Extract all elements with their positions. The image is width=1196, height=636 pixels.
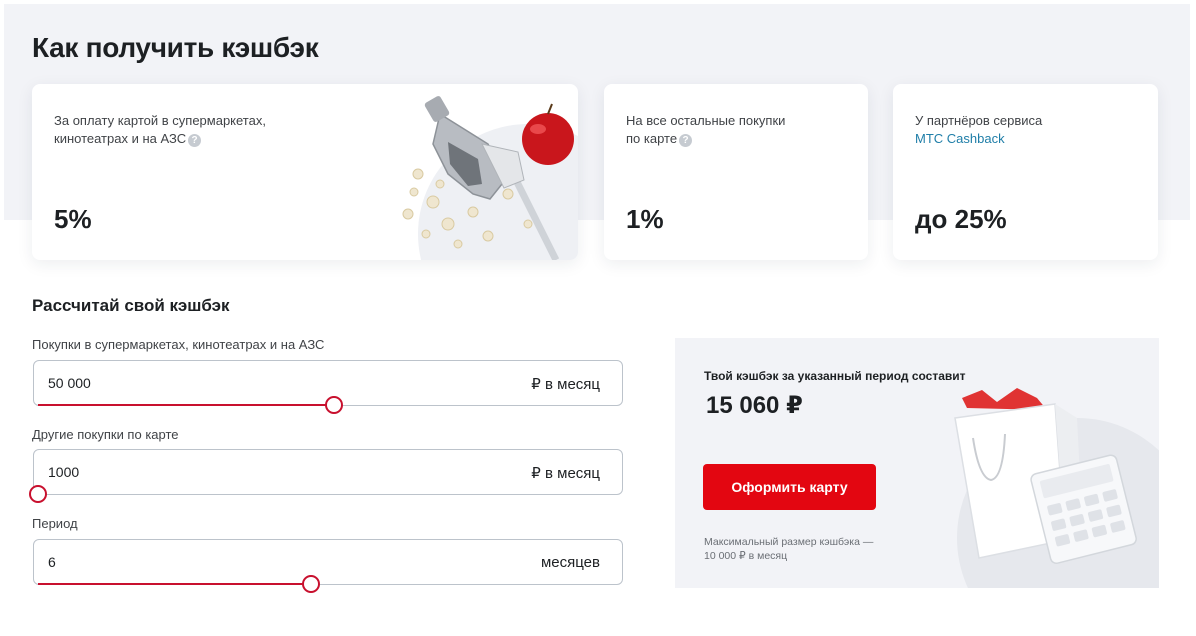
card-description: За оплату картой в супермаркетах, киноте… — [54, 112, 304, 148]
field-label-supermarkets: Покупки в супермаркетах, кинотеатрах и н… — [32, 337, 325, 352]
cashback-card-other: На все остальные покупки по карте? 1% — [604, 84, 868, 260]
supermarkets-amount-field[interactable]: 50 000 ₽ в месяц — [33, 360, 623, 414]
cashback-card-supermarkets: За оплату картой в супермаркетах, киноте… — [32, 84, 578, 260]
question-icon[interactable]: ? — [679, 134, 693, 147]
card-desc-line: по карте — [626, 131, 678, 146]
result-value: 15 060 ₽ — [706, 392, 803, 419]
card-desc-line: кинотеатрах и на АЗС — [54, 131, 187, 146]
slider-thumb[interactable] — [324, 396, 343, 414]
card-cashback-value: до 25% — [915, 204, 1007, 234]
slider-fill — [38, 404, 334, 406]
note-line: Максимальный размер кэшбэка — — [704, 536, 874, 548]
slider-thumb[interactable] — [29, 485, 47, 503]
slider-track[interactable] — [38, 575, 618, 593]
fuel-nozzle-illustration — [402, 96, 578, 260]
period-field[interactable]: 6 месяцев — [33, 539, 623, 593]
field-unit: ₽ в месяц — [531, 465, 600, 482]
card-description: На все остальные покупки по карте? — [626, 112, 868, 148]
note-line: 10 000 ₽ в месяц — [704, 550, 788, 562]
card-cashback-value: 1% — [626, 204, 664, 234]
field-value[interactable]: 50 000 — [48, 375, 91, 391]
slider-fill — [38, 583, 311, 585]
cashback-card-partners: У партнёров сервиса МТС Cashback до 25% — [893, 84, 1158, 260]
field-value[interactable]: 6 — [48, 554, 56, 570]
max-cashback-note: Максимальный размер кэшбэка — 10 000 ₽ в… — [704, 535, 904, 563]
mts-cashback-link[interactable]: МТС Cashback — [915, 131, 1005, 146]
order-card-button[interactable]: Оформить карту — [703, 464, 876, 510]
field-label-period: Период — [32, 516, 78, 531]
question-icon[interactable]: ? — [188, 134, 202, 147]
slider-track[interactable] — [29, 485, 618, 503]
page-title: Как получить кэшбэк — [32, 32, 319, 63]
shopping-bag-calculator-illustration — [954, 388, 1159, 588]
card-desc-line: На все остальные покупки — [626, 113, 786, 128]
result-panel: Твой кэшбэк за указанный период составит… — [675, 338, 1159, 588]
card-description: У партнёров сервиса МТС Cashback — [915, 112, 1158, 148]
card-desc-line: За оплату картой в супермаркетах, — [54, 113, 266, 128]
field-label-other: Другие покупки по карте — [32, 427, 179, 442]
card-cashback-value: 5% — [54, 204, 92, 234]
field-value[interactable]: 1000 — [48, 464, 79, 480]
card-desc-line: У партнёров сервиса — [915, 113, 1043, 128]
calculator-title: Рассчитай свой кэшбэк — [32, 296, 230, 315]
other-amount-field[interactable]: 1000 ₽ в месяц — [29, 449, 623, 503]
field-unit: месяцев — [540, 554, 600, 571]
slider-track[interactable] — [38, 396, 618, 414]
field-unit: ₽ в месяц — [531, 376, 600, 393]
slider-thumb[interactable] — [301, 575, 320, 593]
